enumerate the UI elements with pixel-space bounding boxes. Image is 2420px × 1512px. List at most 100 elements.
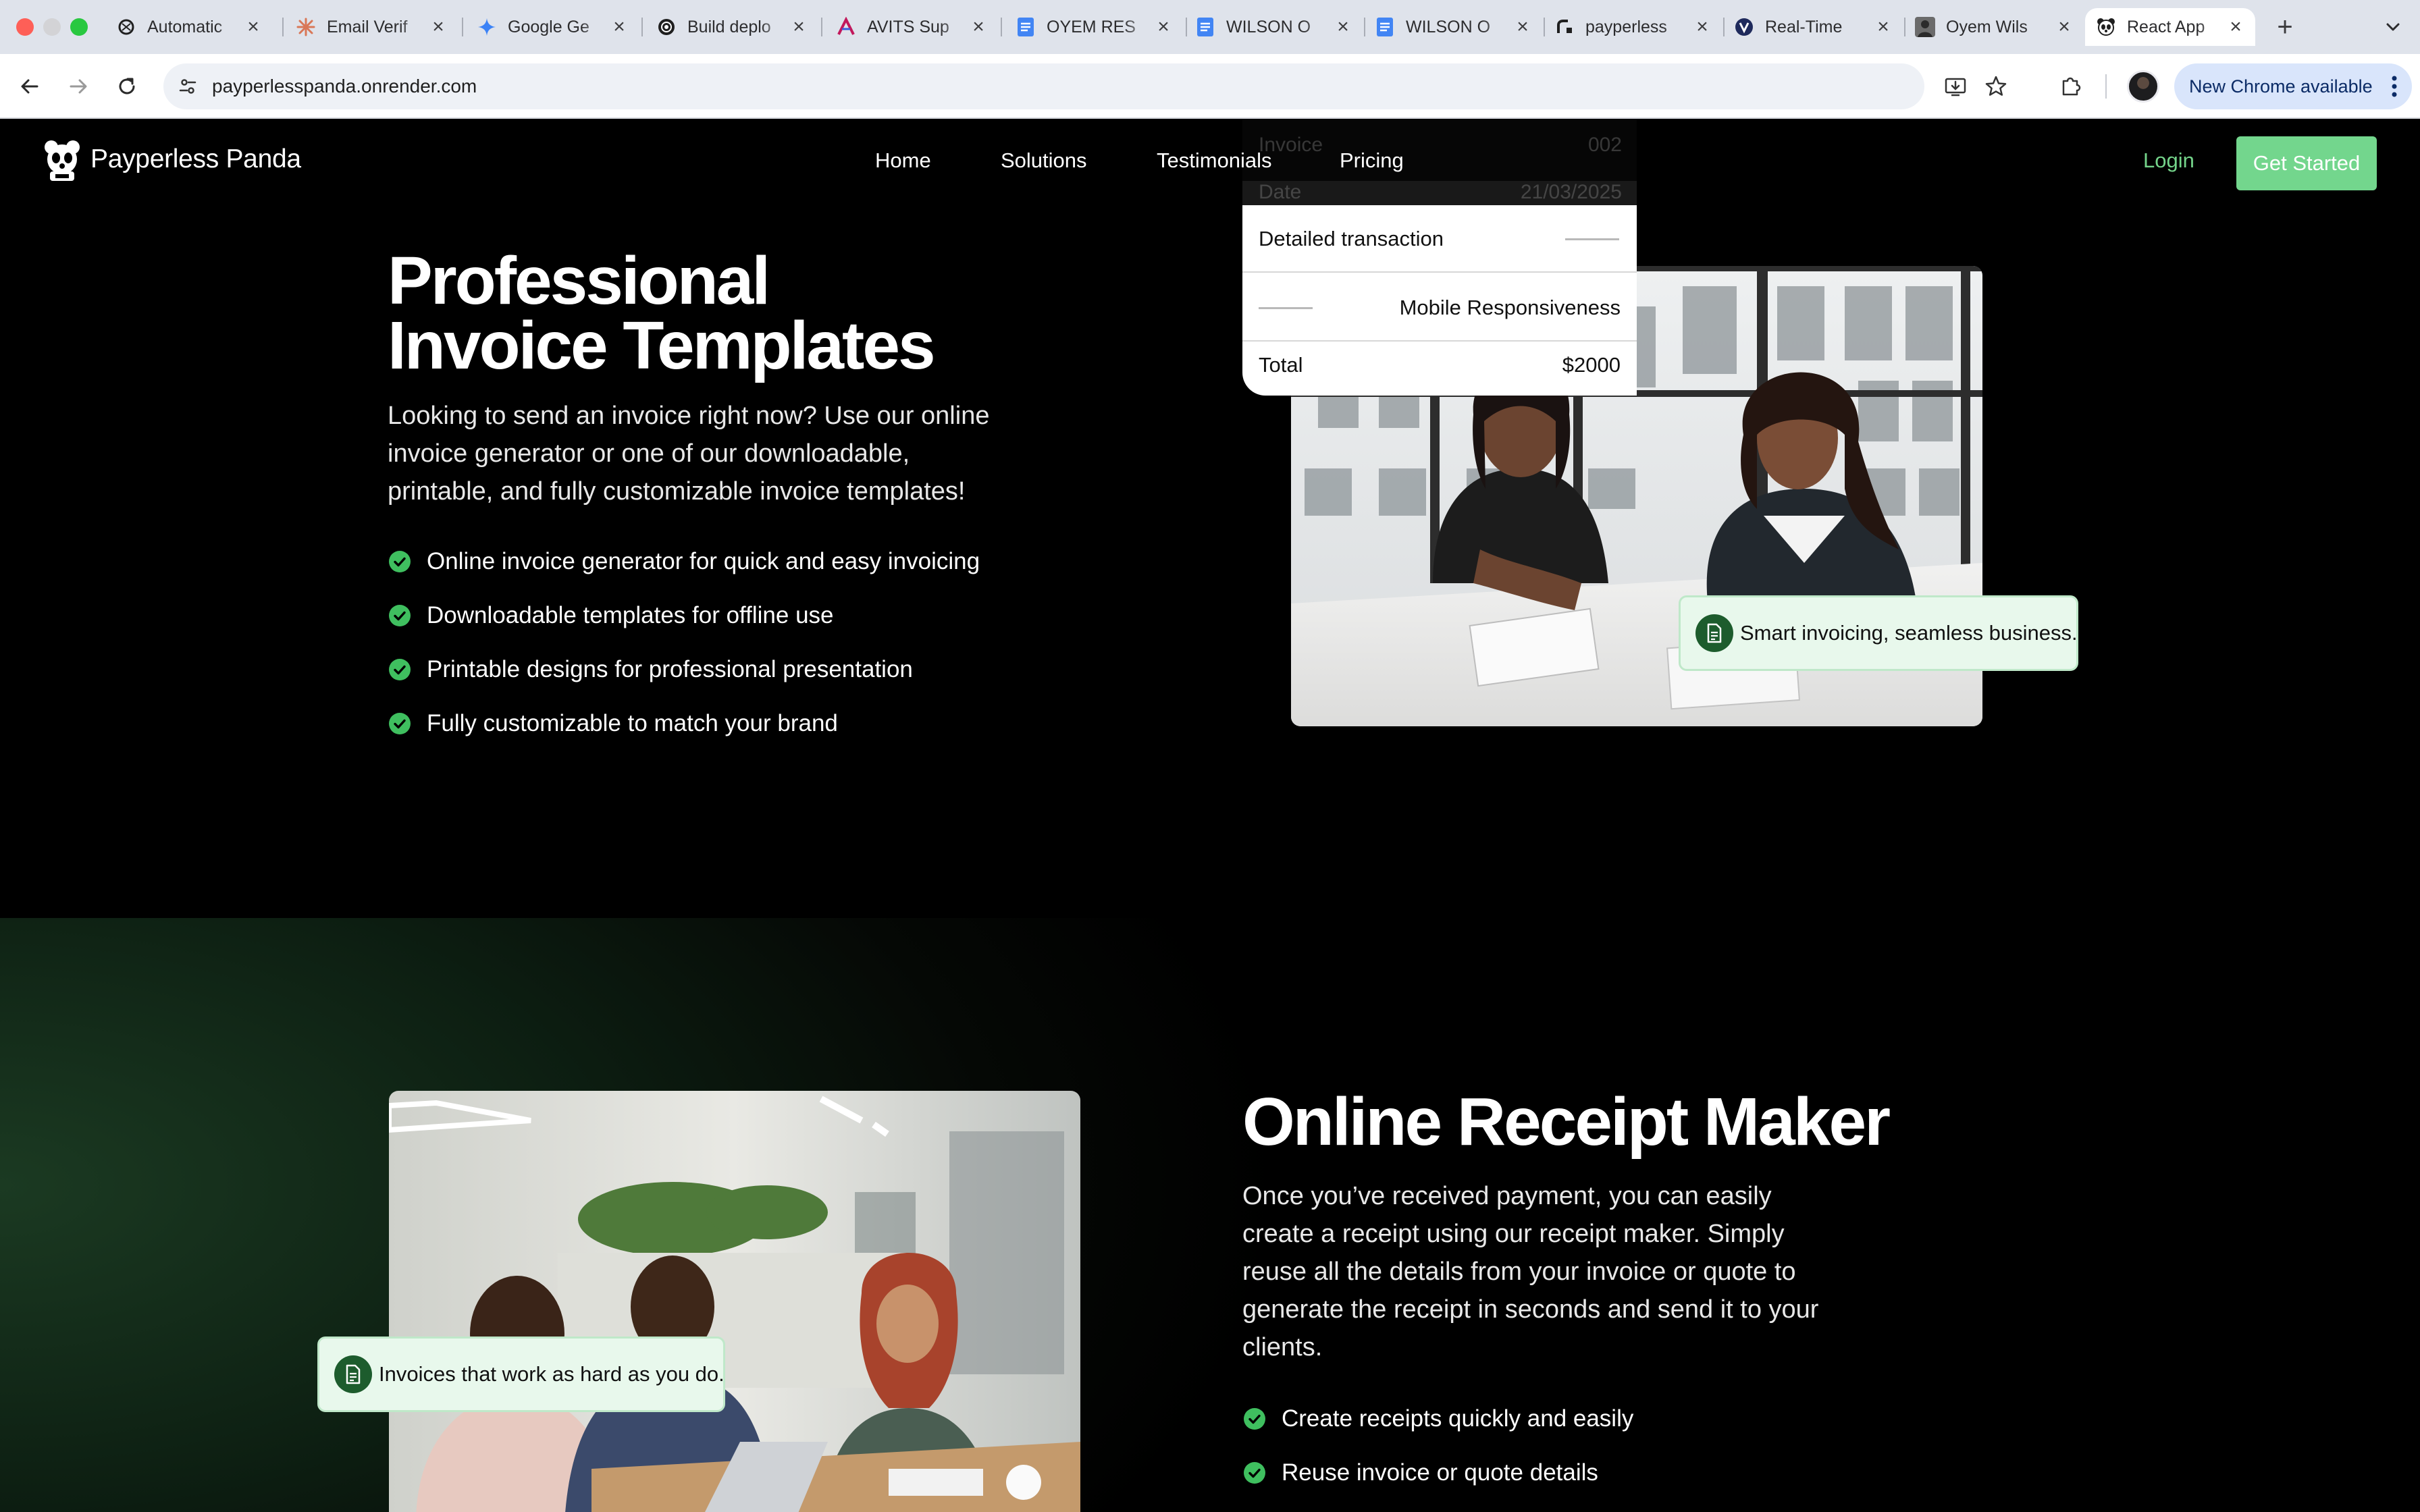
claude-icon bbox=[296, 17, 316, 37]
site-info-icon[interactable] bbox=[172, 70, 204, 103]
tab-close-icon[interactable]: × bbox=[2226, 17, 2246, 37]
tab-close-icon[interactable]: × bbox=[1512, 17, 1533, 37]
document-icon bbox=[334, 1355, 372, 1393]
receipt-title: Online Receipt Maker bbox=[1242, 1084, 1891, 1160]
tab-close-icon[interactable]: × bbox=[1153, 17, 1174, 37]
update-label: New Chrome available bbox=[2189, 76, 2373, 97]
tab-title: Oyem Wils bbox=[1946, 17, 2028, 36]
browser-tab[interactable]: Automatic × bbox=[105, 8, 273, 46]
google-docs-icon bbox=[1195, 17, 1215, 37]
tab-title: Google Ge bbox=[508, 17, 589, 36]
tab-title: payperless bbox=[1585, 17, 1667, 36]
tab-title: Build deplo bbox=[687, 17, 771, 36]
invoice-row-label: Detailed transaction bbox=[1259, 227, 1444, 250]
realtime-icon bbox=[1734, 17, 1754, 37]
new-tab-button[interactable]: + bbox=[2270, 12, 2300, 42]
get-started-button[interactable]: Get Started bbox=[2236, 136, 2377, 190]
tab-close-icon[interactable]: × bbox=[2054, 17, 2074, 37]
badge-text: Smart invoicing, seamless business. bbox=[1740, 621, 2078, 645]
reload-button[interactable] bbox=[111, 70, 143, 103]
window-zoom-button[interactable] bbox=[70, 18, 88, 36]
page-viewport: Professional Invoice Templates Looking t… bbox=[0, 119, 2420, 1512]
browser-tab[interactable]: Real-Time × bbox=[1723, 8, 1903, 46]
receipt-tagline-badge: Invoices that work as hard as you do. bbox=[317, 1336, 725, 1412]
hero-tagline-badge: Smart invoicing, seamless business. bbox=[1679, 595, 2078, 671]
back-button[interactable] bbox=[14, 70, 46, 103]
browser-tab[interactable]: payperless × bbox=[1544, 8, 1722, 46]
placeholder-line bbox=[1565, 238, 1619, 240]
gemini-icon bbox=[477, 17, 497, 37]
tab-close-icon[interactable]: × bbox=[1333, 17, 1353, 37]
window-minimize-button[interactable] bbox=[43, 18, 61, 36]
tab-close-icon[interactable]: × bbox=[428, 17, 448, 37]
nav-testimonials[interactable]: Testimonials bbox=[1157, 148, 1272, 173]
window-close-button[interactable] bbox=[16, 18, 34, 36]
browser-tab[interactable]: WILSON O × bbox=[1184, 8, 1363, 46]
receipt-photo bbox=[389, 1091, 1080, 1512]
tab-close-icon[interactable]: × bbox=[243, 17, 263, 37]
browser-tab[interactable]: AVITS Sup × bbox=[825, 8, 998, 46]
tab-title: React App bbox=[2127, 17, 2205, 36]
browser-tab-strip: Automatic × Email Verif × Google Ge × Bu… bbox=[0, 0, 2420, 54]
tab-title: Real-Time bbox=[1765, 17, 1843, 36]
nav-home[interactable]: Home bbox=[875, 148, 931, 173]
tab-close-icon[interactable]: × bbox=[609, 17, 629, 37]
feature-text: Downloadable templates for offline use bbox=[427, 602, 834, 628]
feature-text: Online invoice generator for quick and e… bbox=[427, 548, 980, 574]
tab-title: Automatic bbox=[147, 17, 223, 36]
invoice-total-label: Total bbox=[1259, 353, 1303, 377]
nav-solutions[interactable]: Solutions bbox=[1001, 148, 1087, 173]
browser-tab[interactable]: Build deplo × bbox=[646, 8, 818, 46]
nav-pricing[interactable]: Pricing bbox=[1340, 148, 1404, 173]
chrome-update-button[interactable]: New Chrome available bbox=[2174, 63, 2412, 109]
browser-tab[interactable]: WILSON O × bbox=[1364, 8, 1542, 46]
check-circle-icon bbox=[1244, 1462, 1265, 1484]
url-text[interactable]: payperlesspanda.onrender.com bbox=[212, 63, 477, 109]
feature-item: Printable designs for professional prese… bbox=[389, 656, 980, 710]
panda-logo-icon[interactable] bbox=[43, 139, 81, 182]
brand-name[interactable]: Payperless Panda bbox=[90, 144, 301, 174]
invoice-total-row: Total $2000 bbox=[1242, 342, 1637, 396]
browser-toolbar: payperlesspanda.onrender.com New Chrome … bbox=[0, 54, 2420, 119]
panda-icon bbox=[2096, 17, 2116, 37]
tab-separator bbox=[821, 18, 822, 36]
feature-item: Reuse invoice or quote details bbox=[1244, 1459, 1633, 1512]
tab-close-icon[interactable]: × bbox=[1873, 17, 1893, 37]
google-docs-icon bbox=[1016, 17, 1036, 37]
check-circle-icon bbox=[389, 605, 411, 626]
profile-avatar[interactable] bbox=[2127, 70, 2159, 103]
forward-button[interactable] bbox=[62, 70, 95, 103]
tab-search-chevron-icon[interactable] bbox=[2381, 15, 2405, 39]
badge-text: Invoices that work as hard as you do. bbox=[379, 1362, 725, 1386]
tab-close-icon[interactable]: × bbox=[1692, 17, 1712, 37]
browser-tab[interactable]: Google Ge × bbox=[466, 8, 639, 46]
tab-close-icon[interactable]: × bbox=[968, 17, 989, 37]
arrow-left-icon bbox=[21, 79, 38, 94]
feature-text: Create receipts quickly and easily bbox=[1282, 1405, 1634, 1432]
browser-tab-active[interactable]: React App × bbox=[2085, 8, 2255, 46]
receipt-description: Once you’ve received payment, you can ea… bbox=[1242, 1182, 1819, 1361]
receipt-section bbox=[0, 918, 2420, 1512]
tab-close-icon[interactable]: × bbox=[789, 17, 809, 37]
feature-item: Fully customizable to match your brand bbox=[389, 710, 980, 764]
check-circle-icon bbox=[1244, 1408, 1265, 1430]
tab-title: WILSON O bbox=[1406, 17, 1491, 36]
invoice-row-label: Mobile Responsiveness bbox=[1399, 296, 1621, 319]
browser-tab[interactable]: OYEM RES × bbox=[1005, 8, 1183, 46]
tab-separator bbox=[1001, 18, 1002, 36]
site-header: Payperless Panda Home Solutions Testimon… bbox=[0, 119, 2420, 205]
extensions-button[interactable] bbox=[2054, 70, 2086, 103]
feature-text: Reuse invoice or quote details bbox=[1282, 1459, 1598, 1486]
toolbar-divider bbox=[2105, 74, 2107, 99]
puzzle-icon bbox=[2062, 77, 2081, 96]
tab-separator bbox=[641, 18, 643, 36]
tab-separator bbox=[282, 18, 284, 36]
browser-tab[interactable]: Email Verif × bbox=[285, 8, 458, 46]
check-circle-icon bbox=[389, 713, 411, 734]
receipt-feature-list: Create receipts quickly and easily Reuse… bbox=[1244, 1405, 1633, 1512]
login-link[interactable]: Login bbox=[2143, 148, 2194, 173]
address-bar[interactable]: payperlesspanda.onrender.com bbox=[163, 63, 2007, 109]
browser-tab[interactable]: Oyem Wils × bbox=[1904, 8, 2084, 46]
install-app-icon[interactable] bbox=[1939, 70, 1972, 103]
bookmark-star-icon[interactable] bbox=[1980, 70, 2012, 103]
